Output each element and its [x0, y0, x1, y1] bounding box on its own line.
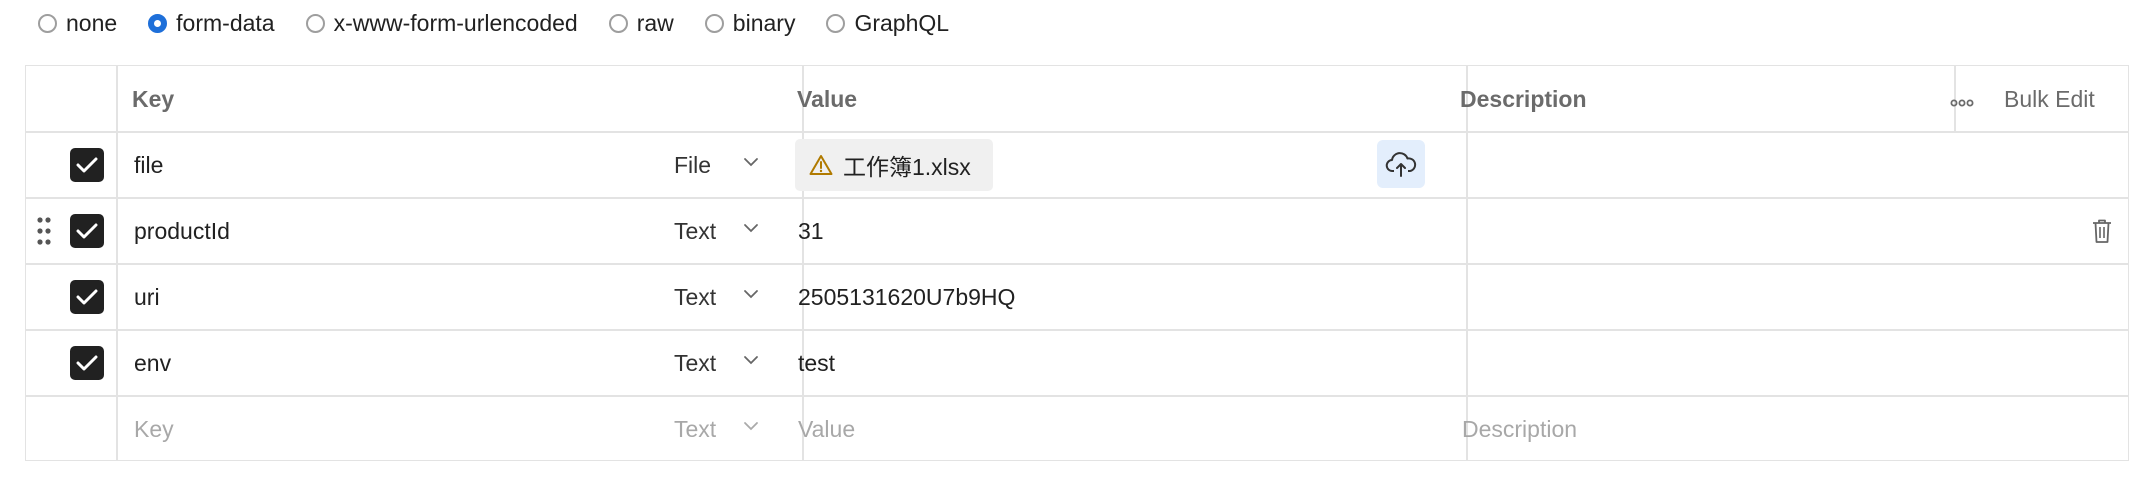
- new-description-input[interactable]: Description: [1462, 396, 1577, 462]
- body-type-selector: none form-data x-www-form-urlencoded raw…: [38, 0, 980, 46]
- checkbox-check-icon: [76, 157, 98, 173]
- chevron-down-icon: [744, 356, 758, 365]
- body-type-none[interactable]: none: [38, 10, 117, 37]
- row-type-select[interactable]: Text: [674, 264, 764, 330]
- row-key-input[interactable]: productId: [134, 198, 230, 264]
- new-row-type-label: Text: [674, 415, 717, 442]
- body-type-form-data-label: form-data: [176, 9, 275, 36]
- chevron-down-icon: [744, 158, 758, 167]
- body-type-binary[interactable]: binary: [704, 9, 796, 37]
- checkbox-check-icon: [76, 355, 98, 371]
- trash-icon[interactable]: [2091, 218, 2113, 249]
- new-value-input[interactable]: Value: [798, 396, 855, 462]
- body-type-binary-label: binary: [732, 9, 796, 36]
- row-key-input[interactable]: file: [134, 132, 163, 198]
- radio-icon: [608, 13, 628, 33]
- radio-icon: [38, 13, 57, 33]
- table-row: productId Text 31: [26, 198, 2128, 264]
- new-row: Key Text Value Description: [26, 396, 2128, 462]
- row-enabled-checkbox[interactable]: [70, 280, 104, 314]
- table-row: env Text test: [26, 330, 2128, 396]
- header-description: Description: [1460, 85, 1587, 112]
- row-enabled-checkbox[interactable]: [70, 148, 104, 182]
- checkbox-check-icon: [76, 223, 98, 239]
- file-name: 工作簿1.xlsx: [843, 154, 971, 180]
- form-data-table: Key Value Description Bulk Edit file Fil…: [25, 65, 2129, 461]
- new-key-input[interactable]: Key: [134, 396, 174, 462]
- header-key: Key: [132, 85, 175, 112]
- file-chip[interactable]: 工作簿1.xlsx: [795, 139, 993, 191]
- body-type-raw-label: raw: [636, 9, 674, 36]
- body-type-raw[interactable]: raw: [608, 9, 674, 37]
- cloud-upload-icon: [1385, 152, 1417, 177]
- header-value: Value: [797, 85, 858, 112]
- body-type-none-label: none: [66, 9, 118, 36]
- upload-file-button[interactable]: [1377, 140, 1425, 188]
- row-type-label: Text: [674, 217, 717, 244]
- new-row-type-select[interactable]: Text: [674, 396, 764, 462]
- row-enabled-checkbox[interactable]: [70, 214, 104, 248]
- chevron-down-icon: [744, 290, 758, 299]
- body-type-form-data[interactable]: form-data: [148, 9, 275, 37]
- radio-icon: [826, 13, 846, 33]
- row-key-input[interactable]: uri: [134, 264, 160, 330]
- checkbox-check-icon: [76, 289, 98, 305]
- row-key-input[interactable]: env: [134, 330, 171, 396]
- body-type-graphql[interactable]: GraphQL: [826, 10, 949, 37]
- radio-icon: [305, 13, 325, 33]
- row-type-label: Text: [674, 283, 717, 310]
- row-type-label: File: [674, 151, 712, 178]
- bulk-edit-button[interactable]: Bulk Edit: [2004, 66, 2095, 132]
- row-type-label: Text: [674, 349, 717, 376]
- row-value-input[interactable]: test: [798, 330, 835, 396]
- row-type-select[interactable]: Text: [674, 330, 764, 396]
- chevron-down-icon: [744, 224, 758, 233]
- more-icon[interactable]: [1950, 95, 1974, 113]
- body-type-urlencoded-label: x-www-form-urlencoded: [333, 9, 578, 36]
- table-row: file File 工作簿1.xlsx: [26, 132, 2128, 198]
- body-type-urlencoded[interactable]: x-www-form-urlencoded: [305, 9, 578, 37]
- row-value-input[interactable]: 31: [798, 198, 824, 264]
- drag-handle-icon[interactable]: [36, 216, 52, 251]
- warning-icon: [809, 155, 833, 175]
- radio-icon: [704, 13, 724, 33]
- radio-selected-icon: [148, 13, 168, 33]
- table-row: uri Text 2505131620U7b9HQ: [26, 264, 2128, 330]
- chevron-down-icon: [744, 422, 758, 431]
- row-type-select[interactable]: Text: [674, 198, 764, 264]
- row-enabled-checkbox[interactable]: [70, 346, 104, 380]
- row-type-select[interactable]: File: [674, 132, 764, 198]
- body-type-graphql-label: GraphQL: [854, 9, 950, 36]
- row-value-input[interactable]: 2505131620U7b9HQ: [798, 264, 1015, 330]
